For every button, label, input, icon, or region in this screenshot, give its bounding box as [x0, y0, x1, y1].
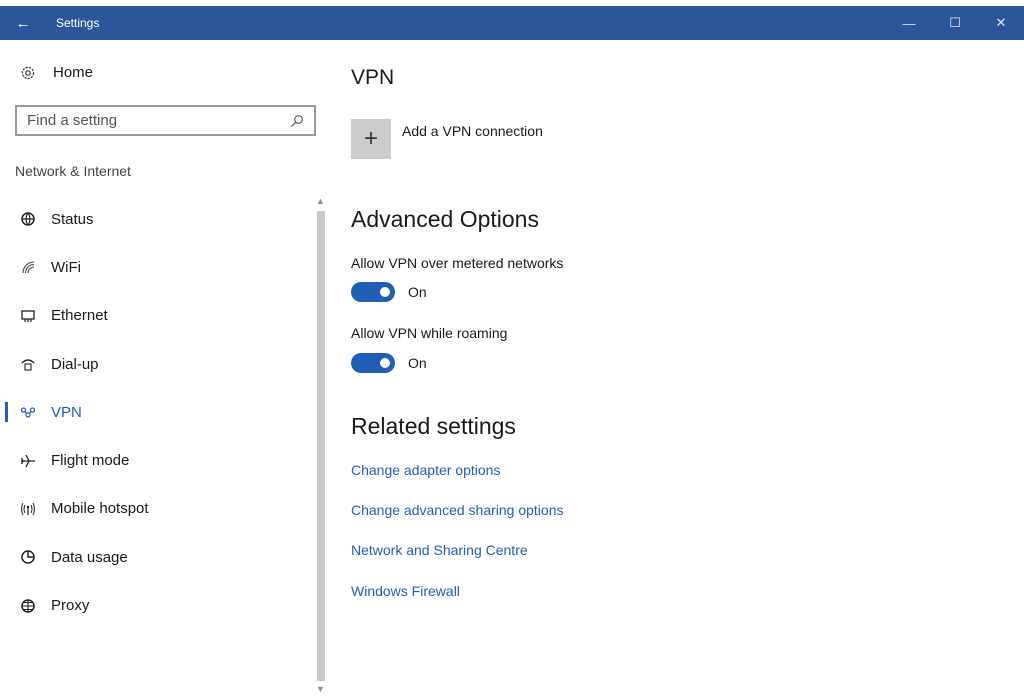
add-vpn-label: Add a VPN connection: [402, 123, 543, 139]
search-input[interactable]: Find a setting: [27, 112, 290, 129]
sidebar-item-data-usage[interactable]: Data usage: [0, 533, 312, 581]
sidebar-item-label: Dial-up: [51, 355, 99, 373]
scroll-down-icon[interactable]: ▼: [316, 684, 325, 694]
gear-icon: [20, 65, 36, 81]
change-adapter-options-link[interactable]: Change adapter options: [351, 462, 500, 478]
maximize-icon: ☐: [949, 15, 961, 30]
sidebar-item-mobile-hotspot[interactable]: Mobile hotspot: [0, 485, 312, 533]
ethernet-icon: [18, 306, 38, 326]
search-icon[interactable]: [290, 114, 304, 128]
section-label: Network & Internet: [15, 163, 131, 179]
roaming-toggle[interactable]: [351, 353, 395, 373]
sidebar-item-ethernet[interactable]: Ethernet: [0, 292, 312, 340]
sidebar-item-label: Flight mode: [51, 452, 130, 470]
airplane-icon: [18, 451, 38, 471]
window-controls: — ☐ ✕: [886, 6, 1024, 40]
toggle-state-label: On: [408, 284, 427, 300]
page-title: VPN: [351, 66, 395, 89]
toggle-knob: [380, 287, 390, 297]
scroll-up-icon[interactable]: ▲: [316, 196, 325, 206]
hotspot-icon: [18, 499, 38, 519]
change-advanced-sharing-link[interactable]: Change advanced sharing options: [351, 502, 564, 518]
sidebar-item-status[interactable]: Status: [0, 195, 312, 243]
globe-icon: [18, 596, 38, 616]
sidebar-item-label: Status: [51, 210, 94, 228]
toggle-knob: [380, 358, 390, 368]
sidebar-item-label: Data usage: [51, 548, 128, 566]
pie-chart-icon: [18, 547, 38, 567]
sidebar-item-label: Ethernet: [51, 307, 108, 325]
advanced-options-heading: Advanced Options: [351, 206, 539, 232]
toggle-state-label: On: [408, 355, 427, 371]
roaming-label: Allow VPN while roaming: [351, 325, 508, 341]
metered-networks-label: Allow VPN over metered networks: [351, 255, 564, 271]
search-box[interactable]: Find a setting: [15, 105, 316, 136]
sidebar-scrollbar[interactable]: ▲ ▼: [314, 192, 328, 697]
metered-networks-toggle-row: On: [351, 282, 427, 302]
sidebar-item-vpn[interactable]: VPN: [0, 388, 312, 436]
back-arrow-icon: ←: [15, 14, 31, 32]
wifi-icon: [18, 257, 38, 277]
sidebar-item-wifi[interactable]: WiFi: [0, 243, 312, 291]
nav-list: Status WiFi Ethernet Dial-up VPN Flight …: [0, 195, 312, 630]
sidebar-item-proxy[interactable]: Proxy: [0, 581, 312, 629]
vpn-icon: [18, 402, 38, 422]
minimize-icon: —: [902, 15, 916, 31]
home-label: Home: [53, 64, 94, 81]
globe-status-icon: [18, 209, 38, 229]
home-link[interactable]: Home: [20, 64, 93, 81]
metered-networks-toggle[interactable]: [351, 282, 395, 302]
maximize-button[interactable]: ☐: [932, 6, 978, 40]
sidebar-item-label: Mobile hotspot: [51, 500, 149, 518]
add-vpn-connection-button[interactable]: + Add a VPN connection: [351, 119, 543, 159]
title-bar: ← Settings — ☐ ✕: [0, 0, 1024, 40]
sidebar-item-label: Proxy: [51, 597, 90, 615]
network-sharing-centre-link[interactable]: Network and Sharing Centre: [351, 542, 528, 558]
minimize-button[interactable]: —: [886, 6, 932, 40]
sidebar-item-label: WiFi: [51, 258, 81, 276]
sidebar-item-label: VPN: [51, 403, 82, 421]
dialup-icon: [18, 354, 38, 374]
window-title: Settings: [56, 16, 100, 30]
close-icon: ✕: [995, 15, 1007, 30]
sidebar-item-flight-mode[interactable]: Flight mode: [0, 436, 312, 484]
windows-firewall-link[interactable]: Windows Firewall: [351, 583, 460, 599]
close-button[interactable]: ✕: [978, 6, 1024, 40]
related-settings-heading: Related settings: [351, 413, 516, 439]
sidebar-item-dialup[interactable]: Dial-up: [0, 340, 312, 388]
back-button[interactable]: ←: [0, 6, 46, 40]
scroll-thumb[interactable]: [317, 211, 325, 681]
roaming-toggle-row: On: [351, 353, 427, 373]
plus-icon[interactable]: +: [351, 119, 391, 159]
sidebar: Home Find a setting Network & Internet S…: [0, 40, 330, 697]
